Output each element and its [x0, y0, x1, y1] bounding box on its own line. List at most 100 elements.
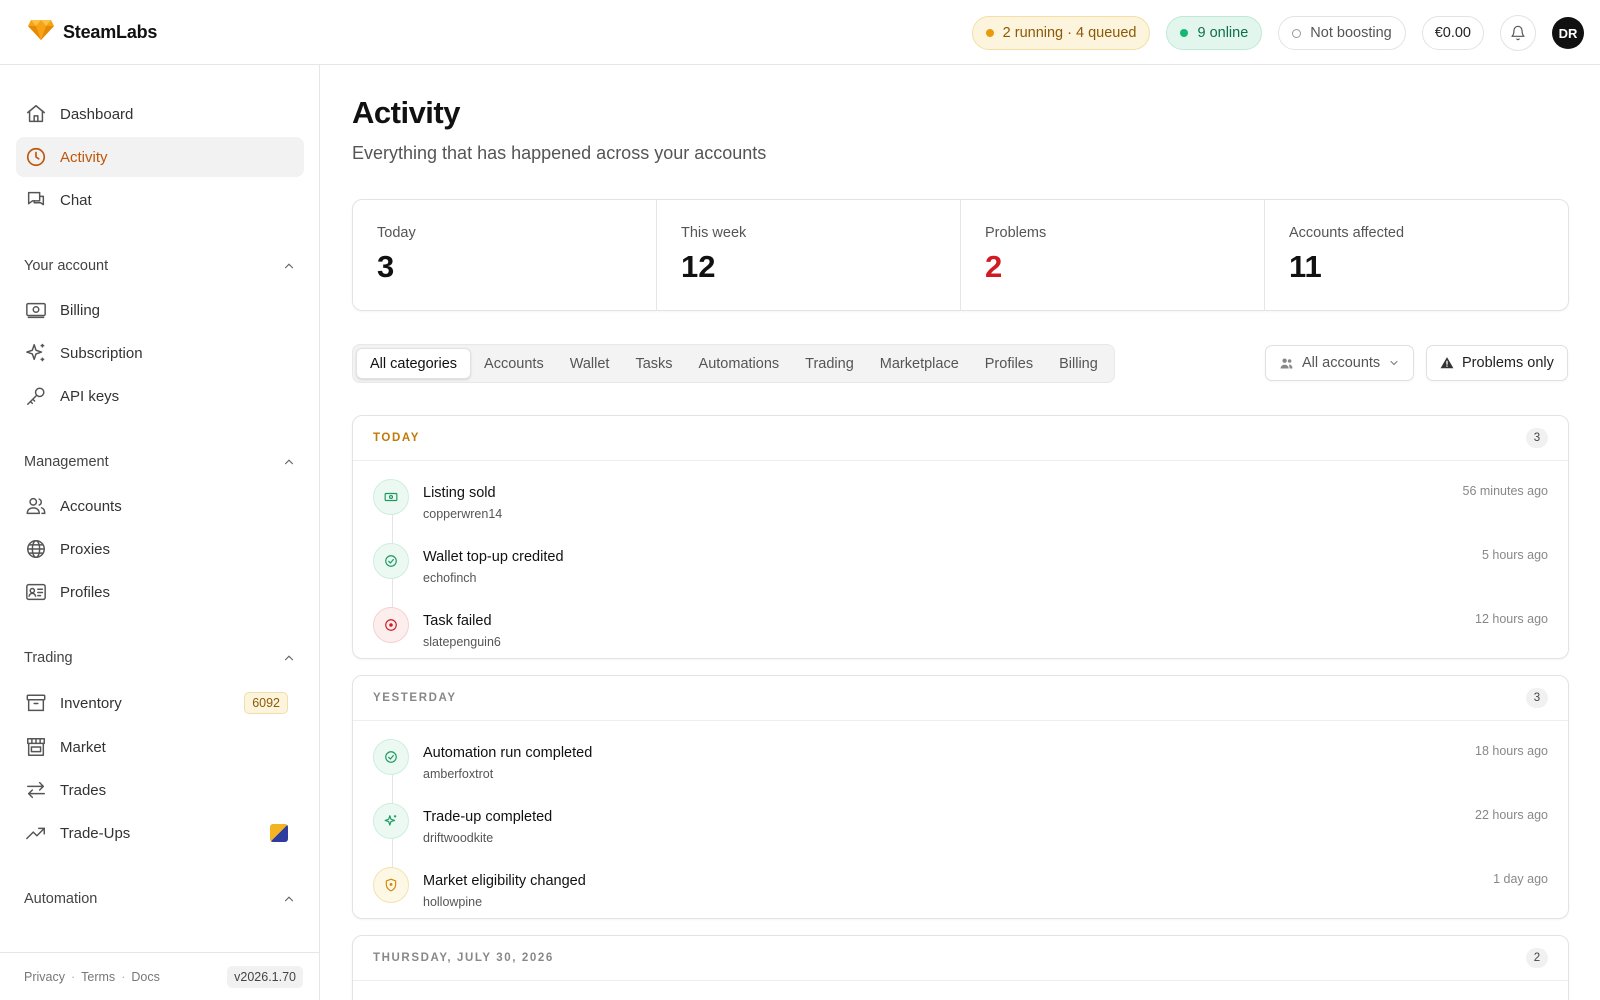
tab-all-categories[interactable]: All categories: [356, 348, 472, 379]
terms-link[interactable]: Terms: [81, 970, 115, 984]
billing-icon: [25, 299, 47, 321]
section-title: Management: [24, 454, 109, 470]
activity-event[interactable]: Wallet top-up credited echofinch 5 hours…: [353, 535, 1568, 599]
logo-icon: [27, 19, 55, 46]
separator: ·: [70, 969, 76, 984]
chevron-down-icon: [1390, 361, 1398, 366]
sidebar-item-label: Billing: [60, 301, 101, 319]
section-header-your-account[interactable]: Your account: [24, 258, 296, 274]
accounts-select[interactable]: All accounts: [1265, 345, 1415, 381]
event-account: copperwren14: [423, 507, 503, 521]
sidebar-item-inventory[interactable]: Inventory 6092: [16, 683, 304, 723]
stat-this-week: This week 12: [657, 200, 961, 310]
section-title: Trading: [24, 650, 73, 666]
tab-marketplace[interactable]: Marketplace: [867, 348, 972, 379]
activity-event[interactable]: Market eligibility changed hollowpine 1 …: [353, 859, 1568, 918]
event-title: Trade-up completed: [423, 809, 553, 825]
event-title: Wallet top-up credited: [423, 549, 564, 565]
event-account: slatepenguin6: [423, 635, 501, 649]
check-circle-icon: [373, 739, 409, 775]
warning-icon: [1440, 357, 1454, 369]
group-count-badge: 3: [1526, 688, 1548, 708]
stats-panel: Today 3 This week 12 Problems 2 Accounts…: [352, 199, 1569, 311]
activity-group-thursday: THURSDAY, JULY 30, 2026 2: [352, 935, 1569, 1000]
sidebar-item-label: Profiles: [60, 583, 111, 601]
wallet-balance[interactable]: €0.00: [1421, 16, 1484, 50]
event-account: amberfoxtrot: [423, 767, 494, 781]
activity-event[interactable]: Trade-up completed driftwoodkite 22 hour…: [353, 795, 1568, 859]
group-title: YESTERDAY: [373, 692, 457, 704]
check-circle-icon: [373, 543, 409, 579]
running-status-pill[interactable]: 2 running · 4 queued: [971, 16, 1151, 50]
event-title: Market eligibility changed: [423, 873, 586, 889]
tab-profiles[interactable]: Profiles: [972, 348, 1046, 379]
group-count-badge: 3: [1526, 428, 1548, 448]
activity-event[interactable]: Listing sold copperwren14 56 minutes ago: [353, 471, 1568, 535]
tab-automations[interactable]: Automations: [686, 348, 793, 379]
sidebar-item-label: Market: [60, 738, 106, 756]
sidebar-item-profiles[interactable]: Profiles: [16, 572, 304, 612]
chevron-up-icon: [284, 896, 294, 902]
arrows-icon: [25, 779, 47, 801]
chat-icon: [25, 189, 47, 211]
sidebar-footer: Privacy · Terms · Docs v2026.1.70: [0, 952, 319, 1000]
section-header-management[interactable]: Management: [24, 454, 296, 470]
sidebar-item-accounts[interactable]: Accounts: [16, 486, 304, 526]
group-title: THURSDAY, JULY 30, 2026: [373, 952, 554, 964]
balance-label: €0.00: [1434, 25, 1471, 41]
users-icon: [1280, 358, 1293, 368]
sidebar-item-trades[interactable]: Trades: [16, 770, 304, 810]
tab-wallet[interactable]: Wallet: [557, 348, 623, 379]
sidebar-item-billing[interactable]: Billing: [16, 290, 304, 330]
clock-icon: [25, 146, 47, 168]
page-title: Activity: [352, 95, 460, 130]
stat-value: 12: [681, 249, 716, 284]
sidebar-item-activity[interactable]: Activity: [16, 137, 304, 177]
sidebar-item-chat[interactable]: Chat: [16, 180, 304, 220]
tab-billing[interactable]: Billing: [1046, 348, 1111, 379]
sidebar-item-market[interactable]: Market: [16, 727, 304, 767]
trending-up-icon: [25, 822, 47, 844]
main-content: Activity Everything that has happened ac…: [320, 65, 1600, 1000]
boost-dot-icon: [1292, 28, 1302, 38]
store-icon: [25, 736, 47, 758]
top-bar: SteamLabs 2 running · 4 queued 9 online …: [0, 0, 1600, 65]
sidebar-item-proxies[interactable]: Proxies: [16, 529, 304, 569]
sidebar-item-label: Trades: [60, 781, 107, 799]
tab-accounts[interactable]: Accounts: [471, 348, 557, 379]
activity-event[interactable]: Task failed slatepenguin6 12 hours ago: [353, 599, 1568, 658]
tab-tasks[interactable]: Tasks: [622, 348, 685, 379]
x-circle-icon: [373, 607, 409, 643]
online-status-pill[interactable]: 9 online: [1166, 16, 1263, 50]
avatar[interactable]: DR: [1552, 17, 1584, 49]
docs-link[interactable]: Docs: [131, 970, 159, 984]
event-time: 22 hours ago: [1475, 808, 1548, 822]
section-title: Your account: [24, 258, 109, 274]
event-account: hollowpine: [423, 895, 483, 909]
sidebar-item-dashboard[interactable]: Dashboard: [16, 94, 304, 134]
event-title: Task failed: [423, 613, 492, 629]
sidebar-item-label: Trade-Ups: [60, 824, 131, 842]
boost-status-pill[interactable]: Not boosting: [1278, 16, 1406, 50]
sparkles-icon: [373, 803, 409, 839]
users-icon: [25, 495, 47, 517]
group-count-badge: 2: [1526, 948, 1548, 968]
event-time: 18 hours ago: [1475, 744, 1548, 758]
notifications-button[interactable]: [1500, 15, 1536, 51]
activity-event[interactable]: Automation run completed amberfoxtrot 18…: [353, 731, 1568, 795]
privacy-link[interactable]: Privacy: [24, 970, 65, 984]
key-icon: [25, 385, 47, 407]
brand[interactable]: SteamLabs: [27, 19, 157, 46]
sidebar-item-subscription[interactable]: Subscription: [16, 333, 304, 373]
sidebar-item-api-keys[interactable]: API keys: [16, 376, 304, 416]
section-header-automation[interactable]: Automation: [24, 891, 296, 907]
tab-trading[interactable]: Trading: [792, 348, 867, 379]
stat-accounts-affected: Accounts affected 11: [1265, 200, 1568, 310]
sidebar-item-trade-ups[interactable]: Trade-Ups: [16, 813, 304, 853]
running-dot-icon: [985, 29, 994, 37]
event-title: Automation run completed: [423, 745, 593, 761]
event-time: 56 minutes ago: [1462, 484, 1548, 498]
section-header-trading[interactable]: Trading: [24, 650, 296, 666]
problems-only-button[interactable]: Problems only: [1426, 345, 1568, 381]
page-subtitle: Everything that has happened across your…: [352, 143, 767, 163]
